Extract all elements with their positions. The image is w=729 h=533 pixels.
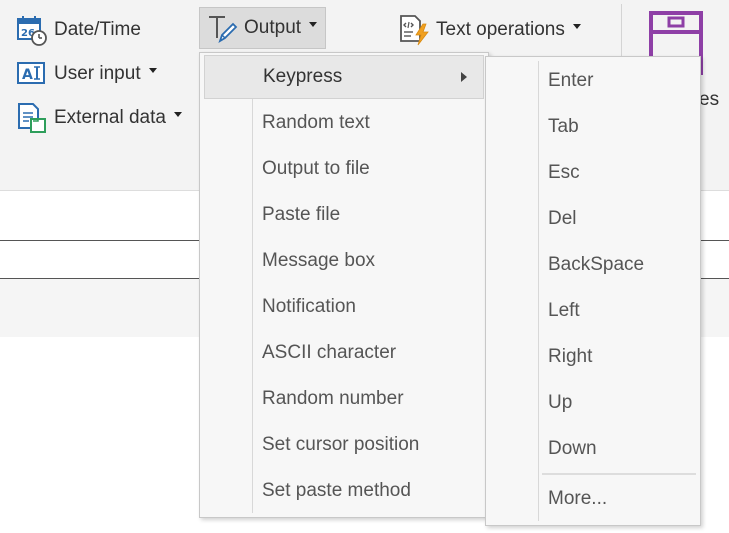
menu-item-label: Up [548,392,573,413]
menu-item-random-text[interactable]: Random text [204,101,484,145]
menu-item-label: ASCII character [262,342,397,363]
chevron-down-icon [173,111,182,117]
menu-item-set-paste-method[interactable]: Set paste method [204,469,484,513]
submenu-item-del[interactable]: Del [490,197,696,241]
menu-item-label: Esc [548,162,580,183]
chevron-down-icon [572,23,581,29]
submenu-item-esc[interactable]: Esc [490,151,696,195]
submenu-item-up[interactable]: Up [490,381,696,425]
menu-item-keypress[interactable]: Keypress [204,55,484,99]
menu-item-label: Down [548,438,597,459]
menu-item-label: Tab [548,116,579,137]
menu-item-paste-file[interactable]: Paste file [204,193,484,237]
menu-item-label: Del [548,208,577,229]
menu-item-message-box[interactable]: Message box [204,239,484,283]
external-data-button[interactable]: External data [16,101,182,135]
datetime-button[interactable]: 26 Date/Time [16,13,141,47]
submenu-item-tab[interactable]: Tab [490,105,696,149]
menu-item-set-cursor-position[interactable]: Set cursor position [204,423,484,467]
code-document-icon [398,14,430,46]
submenu-item-backspace[interactable]: BackSpace [490,243,696,287]
submenu-item-enter[interactable]: Enter [490,59,696,103]
menu-item-label: Right [548,346,593,367]
menu-item-label: Set cursor position [262,434,420,455]
user-input-label: User input [54,63,141,84]
text-input-icon: A [16,58,48,90]
menu-item-label: Notification [262,296,356,317]
submenu-item-right[interactable]: Right [490,335,696,379]
output-dropdown-menu: Keypress Random text Output to file Paste f… [199,52,489,518]
svg-text:A: A [22,67,33,83]
menu-item-random-number[interactable]: Random number [204,377,484,421]
menu-item-label: Random number [262,388,404,409]
text-pen-icon [206,12,238,44]
menu-item-label: BackSpace [548,254,645,275]
menu-item-label: Set paste method [262,480,411,501]
document-import-icon [16,102,48,134]
chevron-down-icon [309,21,318,27]
chevron-down-icon [148,67,157,73]
output-label: Output [244,17,302,38]
menu-item-ascii-character[interactable]: ASCII character [204,331,484,375]
menu-item-notification[interactable]: Notification [204,285,484,329]
menu-item-label: Enter [548,70,594,91]
partial-ribbon-label: es [699,89,720,110]
menu-item-label: Keypress [263,66,343,87]
menu-item-label: Message box [262,250,376,271]
menu-item-label: Paste file [262,204,341,225]
menu-item-label: Left [548,300,580,321]
text-operations-label: Text operations [436,19,565,40]
menu-item-label: More... [548,488,608,509]
datetime-label: Date/Time [54,19,141,40]
menu-separator [542,473,696,475]
menu-item-more[interactable]: More... [490,477,696,521]
menu-item-label: Random text [262,112,370,133]
submenu-arrow-icon [461,72,467,82]
menu-item-output-to-file[interactable]: Output to file [204,147,484,191]
external-data-label: External data [54,107,166,128]
keypress-submenu: Enter Tab Esc Del BackSpace Left Right Up Down M… [485,56,701,526]
user-input-button[interactable]: A User input [16,57,157,91]
menu-item-label: Output to file [262,158,370,179]
calendar-clock-icon: 26 [16,14,48,46]
submenu-item-down[interactable]: Down [490,427,696,471]
submenu-item-left[interactable]: Left [490,289,696,333]
text-operations-button[interactable]: Text operations [398,13,581,47]
output-button[interactable]: Output [199,7,327,49]
